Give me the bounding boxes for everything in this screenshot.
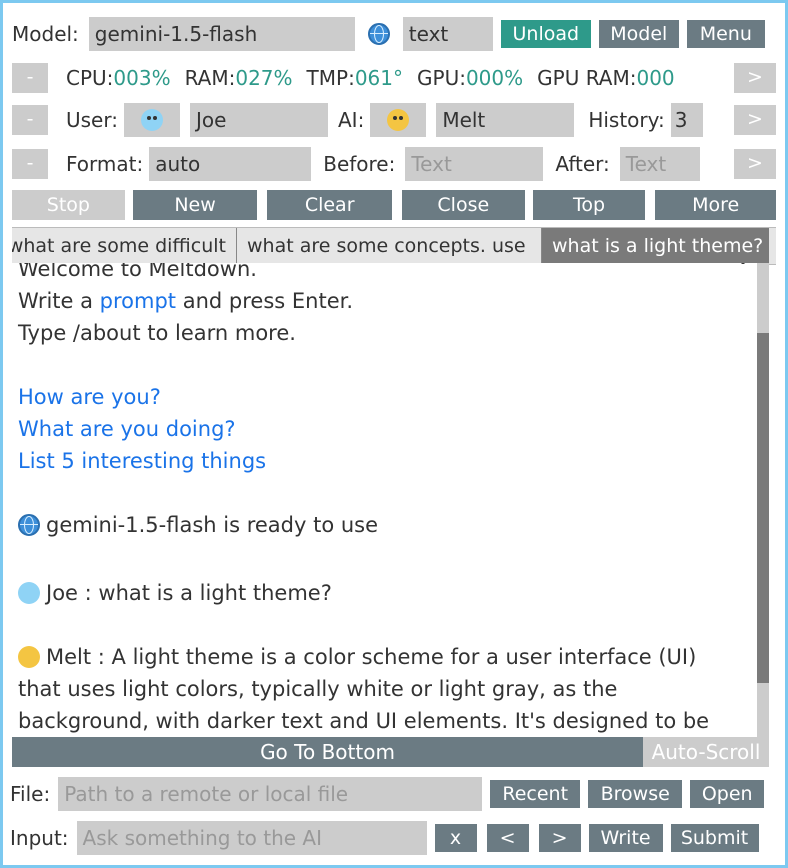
- actions-row: Stop New Clear Close Top More: [12, 189, 777, 221]
- user-message: Joe : what is a light theme?: [18, 577, 751, 609]
- expand-button[interactable]: >: [734, 63, 776, 93]
- history-label: History:: [588, 108, 665, 132]
- ai-message: Melt : A light theme is a color scheme f…: [18, 641, 751, 673]
- after-label: After:: [555, 152, 610, 176]
- model-label: Model:: [12, 22, 79, 46]
- write-prompt-line: Write a prompt and press Enter.: [18, 289, 353, 313]
- ready-message: gemini-1.5-flash is ready to use: [18, 509, 751, 545]
- tab-item[interactable]: what are some difficult: [12, 228, 237, 264]
- ai-name-field[interactable]: Melt: [436, 103, 575, 137]
- collapse-button[interactable]: -: [12, 63, 48, 93]
- cold-face-icon: [140, 109, 163, 131]
- cpu-value: 003%: [113, 66, 171, 90]
- before-field[interactable]: Text: [405, 147, 544, 181]
- model-row: Model: gemini-1.5-flash text Unload Mode…: [12, 15, 776, 53]
- cold-face-icon: [18, 582, 40, 604]
- clear-input-button[interactable]: x: [434, 824, 477, 852]
- file-label: File:: [10, 782, 51, 806]
- auto-scroll-toggle[interactable]: Auto-Scroll: [643, 737, 769, 767]
- tmp-value: 061°: [354, 66, 404, 90]
- scrollbar-thumb[interactable]: [757, 333, 769, 683]
- user-avatar-button[interactable]: [123, 103, 180, 137]
- about-text: Type /about to learn more.: [18, 321, 296, 345]
- model-button[interactable]: Model: [598, 20, 679, 48]
- open-button[interactable]: Open: [690, 780, 765, 808]
- expand-button[interactable]: >: [734, 105, 776, 135]
- globe-icon: [355, 23, 403, 45]
- model-field[interactable]: gemini-1.5-flash: [88, 17, 355, 51]
- user-label: User:: [66, 108, 118, 132]
- user-name-field[interactable]: Joe: [189, 103, 328, 137]
- format-row: - Format: auto Before: Text After: Text …: [12, 145, 776, 183]
- tab-item[interactable]: what are some concepts. use: [237, 228, 542, 264]
- gpu-value: 000%: [465, 66, 524, 90]
- format-field[interactable]: auto: [149, 147, 312, 181]
- go-to-bottom-button[interactable]: Go To Bottom: [12, 737, 643, 767]
- browse-button[interactable]: Browse: [588, 780, 683, 808]
- after-field[interactable]: Text: [619, 147, 700, 181]
- file-row: File: Path to a remote or local file Rec…: [10, 775, 776, 813]
- tmp-label: TMP:: [306, 66, 355, 90]
- ram-value: 027%: [235, 66, 293, 90]
- recent-button[interactable]: Recent: [490, 780, 581, 808]
- collapse-button[interactable]: -: [12, 105, 48, 135]
- prompt-input[interactable]: Ask something to the AI: [76, 821, 427, 855]
- cpu-label: CPU:: [66, 66, 114, 90]
- more-button[interactable]: More: [655, 190, 777, 220]
- input-label: Input:: [10, 826, 69, 850]
- suggestion-link[interactable]: How are you?: [18, 381, 751, 413]
- top-button[interactable]: Top: [532, 190, 646, 220]
- menu-button[interactable]: Menu: [686, 20, 765, 48]
- ai-message-line: that uses light colors, typically white …: [18, 677, 618, 701]
- close-button[interactable]: Close: [401, 190, 525, 220]
- conversation-tabs: what are some difficult what are some co…: [12, 227, 776, 265]
- globe-icon: [18, 513, 40, 545]
- before-label: Before:: [323, 152, 396, 176]
- stop-button[interactable]: Stop: [12, 190, 125, 220]
- gpu-ram-value: 000: [636, 66, 675, 90]
- user-row: - User: Joe AI: Melt History: 3 >: [12, 101, 776, 139]
- collapse-button[interactable]: -: [12, 149, 48, 179]
- expand-button[interactable]: >: [734, 149, 776, 179]
- ai-message-line: background, with darker text and UI elem…: [18, 709, 710, 733]
- write-button[interactable]: Write: [588, 824, 663, 852]
- tab-item-active[interactable]: what is a light theme?: [542, 228, 769, 264]
- suggestion-link[interactable]: List 5 interesting things: [18, 445, 751, 477]
- ram-label: RAM:: [184, 66, 236, 90]
- mode-field[interactable]: text: [402, 17, 493, 51]
- gpu-ram-label: GPU RAM:: [537, 66, 637, 90]
- input-row: Input: Ask something to the AI x < > Wri…: [10, 819, 776, 857]
- unload-button[interactable]: Unload: [500, 20, 591, 48]
- submit-button[interactable]: Submit: [670, 824, 759, 852]
- app-window: Model: gemini-1.5-flash text Unload Mode…: [0, 0, 788, 868]
- stats-row: - CPU:003% RAM:027% TMP:061° GPU:000% GPU RA…: [12, 61, 776, 95]
- chat-scrollbar[interactable]: [757, 263, 769, 737]
- system-stats: CPU:003% RAM:027% TMP:061° GPU:000% GPU RAM:…: [66, 66, 730, 90]
- melting-face-icon: [387, 109, 410, 131]
- chat-output[interactable]: Welcome to Meltdown. Write a prompt and …: [12, 263, 757, 737]
- file-path-input[interactable]: Path to a remote or local file: [58, 777, 483, 811]
- suggestion-link[interactable]: What are you doing?: [18, 413, 751, 445]
- gpu-label: GPU:: [417, 66, 466, 90]
- prompt-link[interactable]: prompt: [100, 289, 176, 313]
- format-label: Format:: [66, 152, 144, 176]
- welcome-text: Welcome to Meltdown.: [18, 263, 257, 281]
- clear-button[interactable]: Clear: [267, 190, 392, 220]
- prev-input-button[interactable]: <: [486, 824, 529, 852]
- ai-avatar-button[interactable]: [370, 103, 427, 137]
- ai-label: AI:: [337, 108, 365, 132]
- new-button[interactable]: New: [132, 190, 258, 220]
- melting-face-icon: [18, 646, 40, 668]
- next-input-button[interactable]: >: [538, 824, 581, 852]
- history-field[interactable]: 3: [670, 103, 703, 137]
- bottom-bar: Go To Bottom Auto-Scroll: [12, 737, 769, 767]
